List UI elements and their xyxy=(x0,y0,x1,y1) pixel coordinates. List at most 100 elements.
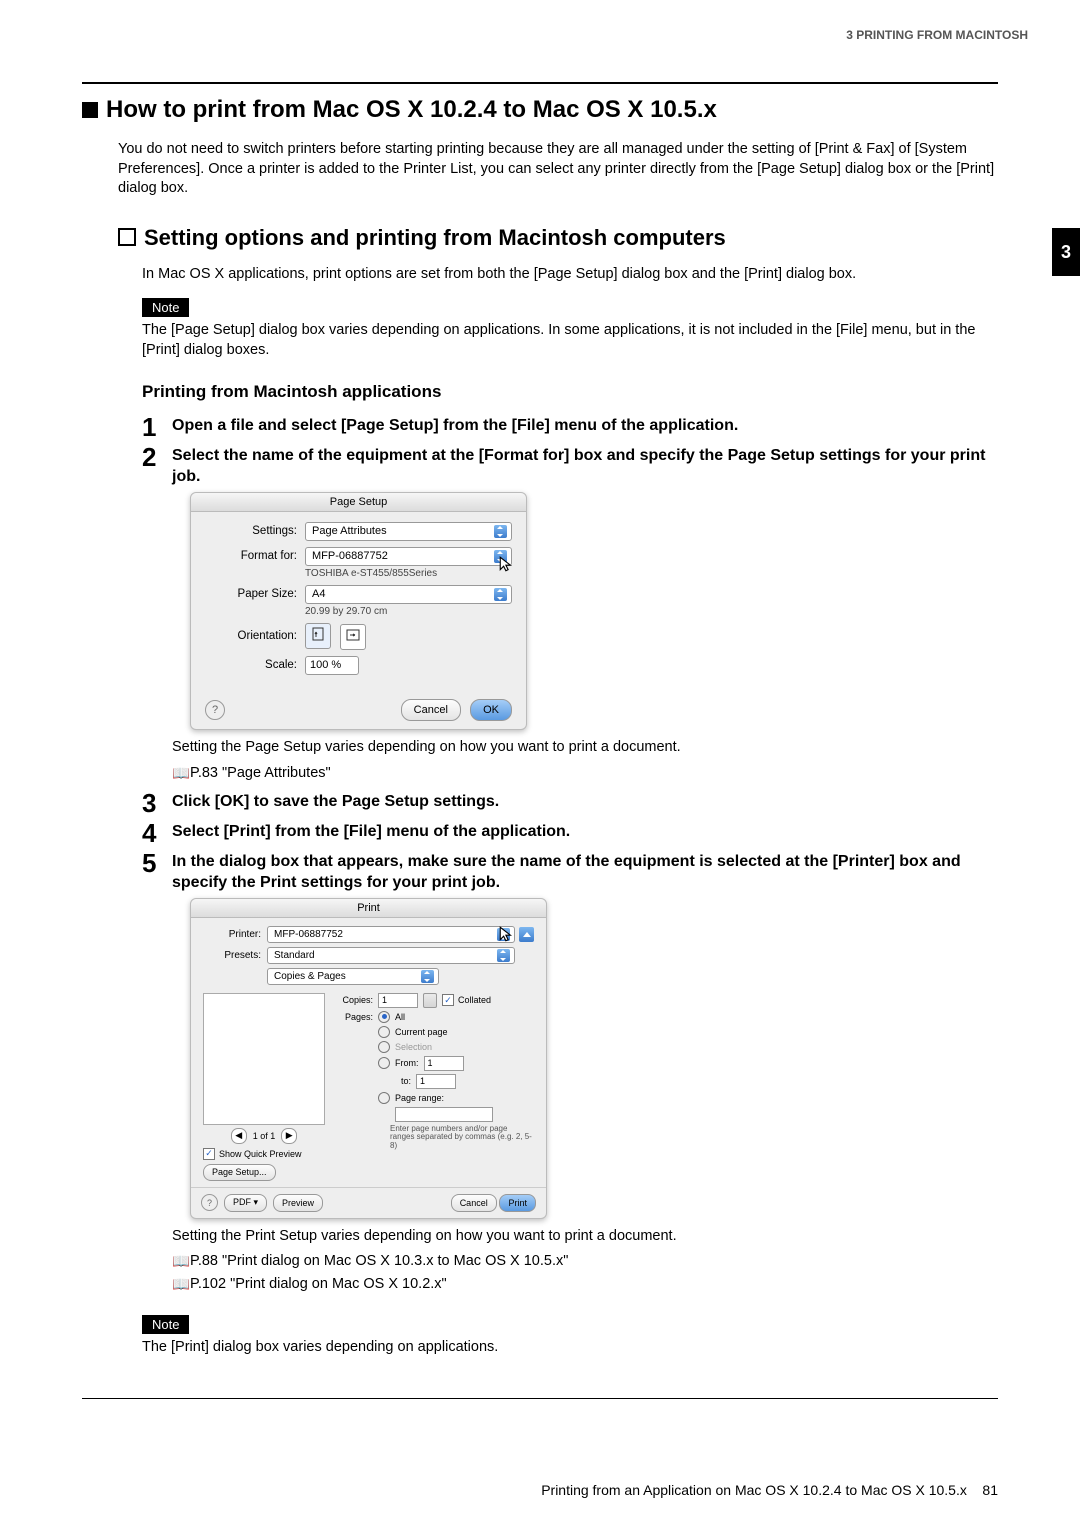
pages-current-radio[interactable] xyxy=(378,1026,390,1038)
from-input[interactable]: 1 xyxy=(424,1056,464,1071)
section-select[interactable]: Copies & Pages xyxy=(267,968,439,985)
footer-rule xyxy=(82,1398,998,1399)
pdf-menu-button[interactable]: PDF ▾ xyxy=(224,1194,267,1212)
paper-size-label: Paper Size: xyxy=(205,588,305,600)
preview-nav: ◀ 1 of 1 ▶ xyxy=(203,1128,325,1144)
step-number: 5 xyxy=(142,850,172,894)
collated-checkbox[interactable]: ✓Collated xyxy=(442,994,491,1006)
chapter-side-tab: 3 xyxy=(1052,228,1080,276)
orientation-portrait-button[interactable] xyxy=(305,623,331,649)
paper-size-select[interactable]: A4 xyxy=(305,585,512,604)
checkbox-icon: ✓ xyxy=(203,1148,215,1160)
page-range-input[interactable] xyxy=(395,1107,493,1122)
dropdown-arrows-icon xyxy=(494,588,507,601)
collapse-up-button[interactable] xyxy=(519,927,534,942)
cursor-icon xyxy=(498,925,516,943)
printer-select[interactable]: MFP-06887752 xyxy=(267,926,515,943)
hollow-square-bullet-icon xyxy=(118,228,136,246)
step-2: 2 Select the name of the equipment at th… xyxy=(142,444,998,488)
presets-select[interactable]: Standard xyxy=(267,947,515,964)
step-number: 2 xyxy=(142,444,172,488)
dropdown-arrows-icon xyxy=(421,970,434,983)
pages-selection-radio[interactable] xyxy=(378,1041,390,1053)
paper-size-subtext: 20.99 by 29.70 cm xyxy=(305,606,512,617)
step-number: 3 xyxy=(142,790,172,816)
orientation-landscape-button[interactable] xyxy=(340,624,366,650)
settings-select[interactable]: Page Attributes xyxy=(305,522,512,541)
step-1: 1 Open a file and select [Page Setup] fr… xyxy=(142,414,998,440)
scale-input[interactable]: 100 % xyxy=(305,656,359,675)
page-setup-button[interactable]: Page Setup... xyxy=(203,1164,276,1181)
dropdown-arrows-icon xyxy=(494,525,507,538)
heading-2-text: Setting options and printing from Macint… xyxy=(144,225,726,250)
note-text: The [Print] dialog box varies depending … xyxy=(142,1338,998,1358)
step-2-body: Setting the Page Setup varies depending … xyxy=(172,738,998,758)
portrait-icon xyxy=(312,627,324,644)
format-for-subtext: TOSHIBA e-ST455/855Series xyxy=(305,568,512,579)
scale-label: Scale: xyxy=(205,659,305,671)
pages-current-label: Current page xyxy=(395,1027,448,1037)
note-label: Note xyxy=(142,298,189,317)
format-for-select[interactable]: MFP-06887752 xyxy=(305,547,512,566)
format-for-value: MFP-06887752 xyxy=(312,550,388,562)
step-4: 4 Select [Print] from the [File] menu of… xyxy=(142,820,998,846)
help-icon[interactable]: ? xyxy=(201,1194,218,1211)
help-icon[interactable]: ? xyxy=(205,700,225,720)
show-quick-preview-checkbox[interactable]: ✓ Show Quick Preview xyxy=(203,1148,325,1160)
print-dialog: Print Printer: MFP-06887752 Presets: Sta… xyxy=(190,898,547,1219)
settings-label: Settings: xyxy=(205,525,305,537)
presets-label: Presets: xyxy=(203,950,267,961)
pages-label: Pages: xyxy=(335,1012,373,1022)
print-button[interactable]: Print xyxy=(499,1194,536,1212)
copies-input[interactable]: 1 xyxy=(378,993,418,1008)
printer-value: MFP-06887752 xyxy=(274,929,343,940)
orientation-label: Orientation: xyxy=(205,630,305,642)
next-page-button[interactable]: ▶ xyxy=(281,1128,297,1144)
preview-button[interactable]: Preview xyxy=(273,1194,323,1212)
footer-text: Printing from an Application on Mac OS X… xyxy=(541,1482,967,1498)
page-range-hint: Enter page numbers and/or page ranges se… xyxy=(390,1125,534,1151)
body-paragraph: In Mac OS X applications, print options … xyxy=(142,265,998,285)
book-icon: 📖 xyxy=(172,765,186,785)
step-5-ref1: 📖 P.88 "Print dialog on Mac OS X 10.3.x … xyxy=(172,1252,998,1273)
book-icon: 📖 xyxy=(172,1253,186,1273)
presets-value: Standard xyxy=(274,950,315,961)
from-label: From: xyxy=(395,1058,419,1068)
note-label: Note xyxy=(142,1315,189,1334)
step-text: Select the name of the equipment at the … xyxy=(172,444,998,488)
pages-from-radio[interactable] xyxy=(378,1057,390,1069)
cancel-button[interactable]: Cancel xyxy=(451,1194,497,1212)
paper-size-value: A4 xyxy=(312,588,325,600)
running-header: 3 PRINTING FROM MACINTOSH xyxy=(82,28,1028,42)
cancel-button[interactable]: Cancel xyxy=(401,699,461,721)
heading-1-text: How to print from Mac OS X 10.2.4 to Mac… xyxy=(106,96,717,123)
heading-1: How to print from Mac OS X 10.2.4 to Mac… xyxy=(82,96,998,124)
ok-button[interactable]: OK xyxy=(470,699,512,721)
page-range-radio[interactable] xyxy=(378,1092,390,1104)
step-5-ref2: 📖 P.102 "Print dialog on Mac OS X 10.2.x… xyxy=(172,1275,998,1296)
heading-2: Setting options and printing from Macint… xyxy=(118,225,998,251)
step-text: In the dialog box that appears, make sur… xyxy=(172,850,998,894)
step-number: 4 xyxy=(142,820,172,846)
step-2-ref: 📖 P.83 "Page Attributes" xyxy=(172,764,998,785)
landscape-icon xyxy=(346,629,360,644)
copies-label: Copies: xyxy=(335,995,373,1005)
stepper-icon[interactable] xyxy=(423,993,437,1008)
prev-page-button[interactable]: ◀ xyxy=(231,1128,247,1144)
step-text: Select [Print] from the [File] menu of t… xyxy=(172,820,570,846)
page-footer: Printing from an Application on Mac OS X… xyxy=(82,1482,998,1498)
to-input[interactable]: 1 xyxy=(416,1074,456,1089)
step-5: 5 In the dialog box that appears, make s… xyxy=(142,850,998,894)
printer-label: Printer: xyxy=(203,929,267,940)
page-setup-dialog: Page Setup Settings: Page Attributes For… xyxy=(190,492,527,730)
book-icon: 📖 xyxy=(172,1276,186,1296)
cursor-icon xyxy=(498,555,516,573)
dialog-title: Page Setup xyxy=(191,493,526,512)
step-text: Open a file and select [Page Setup] from… xyxy=(172,414,738,440)
pages-all-radio[interactable] xyxy=(378,1011,390,1023)
heading-3: Printing from Macintosh applications xyxy=(142,382,998,402)
document-page: 3 PRINTING FROM MACINTOSH 3 How to print… xyxy=(0,0,1080,1399)
to-label: to: xyxy=(401,1076,411,1086)
print-preview-box xyxy=(203,993,325,1125)
square-bullet-icon xyxy=(82,102,98,118)
